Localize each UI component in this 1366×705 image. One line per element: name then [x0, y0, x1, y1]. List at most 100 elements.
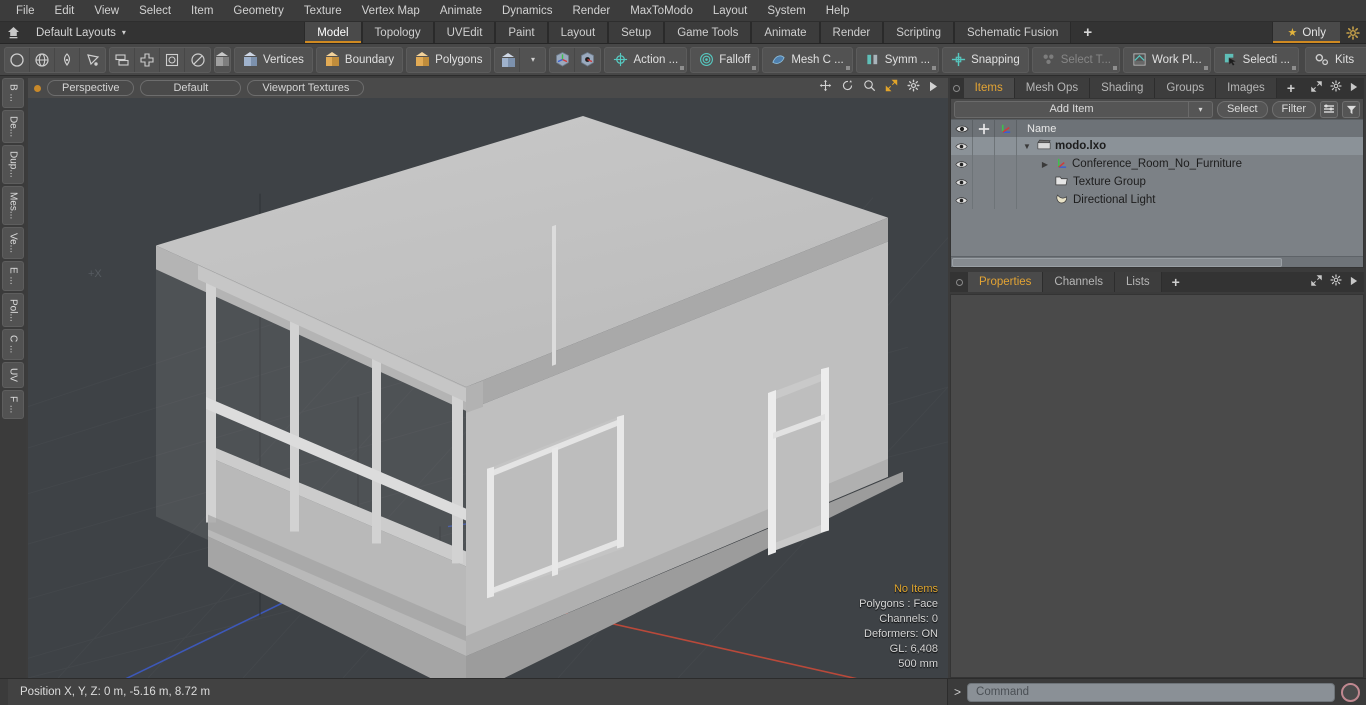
mode-polygons-button[interactable]: Polygons [406, 46, 492, 73]
tab-shading[interactable]: Shading [1090, 78, 1156, 98]
menu-item-file[interactable]: File [6, 0, 45, 22]
left-tab-duplicate[interactable]: Dup... [2, 144, 24, 184]
menu-item-maxtomodo[interactable]: MaxToModo [620, 0, 703, 22]
menu-item-animate[interactable]: Animate [430, 0, 492, 22]
menu-item-edit[interactable]: Edit [45, 0, 85, 22]
expand-panel-icon[interactable] [1311, 79, 1322, 97]
row-lock-cell[interactable] [973, 173, 995, 191]
row-gizmo-cell[interactable] [995, 155, 1017, 173]
table-row[interactable]: Texture Group [951, 173, 1363, 191]
select-button[interactable]: Select [1216, 100, 1268, 118]
add-panel-tab-button[interactable]: + [1277, 78, 1305, 98]
menu-item-system[interactable]: System [757, 0, 815, 22]
radial-tool-icon[interactable] [185, 48, 210, 72]
pen-tool-icon[interactable] [55, 47, 80, 72]
tab-render[interactable]: Render [819, 22, 884, 43]
row-visibility-eye-icon[interactable] [951, 173, 973, 191]
snapping-button[interactable]: Snapping [942, 46, 1029, 73]
viewport-camera-selector[interactable]: Perspective [47, 80, 135, 96]
center-tool-icon[interactable] [135, 47, 160, 72]
twisty-collapsed-icon[interactable]: ▶ [1039, 160, 1051, 169]
chevron-down-icon[interactable]: ▾ [520, 48, 545, 72]
table-row[interactable]: ▼ modo.lxo [951, 137, 1363, 155]
command-input-wrapper[interactable] [967, 682, 1335, 702]
tab-images[interactable]: Images [1216, 78, 1277, 98]
action-center-button[interactable]: Action ... [604, 46, 688, 73]
tab-items[interactable]: Items [963, 78, 1015, 98]
left-tab-uv[interactable]: UV [2, 361, 24, 388]
tab-groups[interactable]: Groups [1155, 78, 1217, 98]
select-through-button[interactable]: Select T... [1031, 46, 1121, 73]
cube-icon[interactable] [495, 47, 521, 72]
row-gizmo-cell[interactable] [995, 173, 1017, 191]
tab-paint[interactable]: Paint [495, 22, 548, 43]
tab-layout[interactable]: Layout [547, 22, 609, 43]
left-tab-vertex[interactable]: Ve... [2, 226, 24, 259]
command-input[interactable] [976, 686, 1334, 698]
kits-button[interactable]: Kits [1304, 46, 1366, 73]
menu-item-vertex-map[interactable]: Vertex Map [352, 0, 430, 22]
mode-boundary-button[interactable]: Boundary [315, 46, 404, 73]
add-tab-button[interactable]: + [1071, 22, 1104, 43]
globe-tool-icon[interactable] [30, 47, 55, 72]
menu-item-texture[interactable]: Texture [294, 0, 352, 22]
tree-item-scene[interactable]: ▼ modo.lxo [1017, 137, 1363, 155]
column-header-name[interactable]: Name [1017, 120, 1363, 137]
circle-tool-icon[interactable] [5, 47, 30, 72]
add-properties-tab-button[interactable]: + [1162, 272, 1190, 292]
left-tab-mesh-edit[interactable]: Mes... [2, 185, 24, 225]
mesh-constraint-button[interactable]: Mesh C ... [762, 46, 853, 73]
tab-scripting[interactable]: Scripting [883, 22, 955, 43]
row-lock-cell[interactable] [973, 191, 995, 209]
symmetry-button[interactable]: Symm ... [855, 46, 940, 73]
items-tree-scrollbar[interactable] [951, 256, 1363, 267]
panel-gear-icon[interactable] [1330, 79, 1342, 97]
menu-item-help[interactable]: Help [816, 0, 860, 22]
left-tab-edge[interactable]: E ... [2, 260, 24, 291]
filter-button[interactable]: Filter [1271, 100, 1316, 118]
tab-animate[interactable]: Animate [751, 22, 820, 43]
left-tab-curve[interactable]: C ... [2, 329, 24, 360]
filter-funnel-icon[interactable] [1342, 100, 1360, 118]
tab-game-tools[interactable]: Game Tools [664, 22, 752, 43]
left-tab-basic[interactable]: B ... [2, 78, 24, 108]
tree-item-texture-group[interactable]: Texture Group [1017, 173, 1363, 191]
fit-view-icon[interactable] [885, 79, 898, 97]
viewport-gear-icon[interactable] [907, 79, 920, 97]
axis-gizmo-b-icon[interactable] [575, 48, 600, 72]
zoom-view-icon[interactable] [863, 79, 876, 97]
viewport-shading-selector[interactable]: Default [140, 80, 242, 96]
record-icon[interactable] [1341, 682, 1360, 702]
only-button[interactable]: ★ Only [1272, 22, 1340, 43]
menu-item-dynamics[interactable]: Dynamics [492, 0, 562, 22]
row-gizmo-cell[interactable] [995, 191, 1017, 209]
list-options-icon[interactable] [1320, 100, 1338, 118]
panel-play-icon[interactable] [1350, 273, 1358, 291]
twisty-expanded-icon[interactable]: ▼ [1021, 142, 1033, 151]
table-row[interactable]: Directional Light [951, 191, 1363, 209]
panel-gear-icon[interactable] [1330, 273, 1342, 291]
item-mode-cube-icon[interactable] [214, 46, 231, 73]
properties-content[interactable] [950, 294, 1364, 678]
left-tab-fusion[interactable]: F ... [2, 389, 24, 419]
mode-vertices-button[interactable]: Vertices [235, 47, 312, 73]
items-tree-body[interactable]: ▼ modo.lxo ▶ Conference_Room_No_Furnitur… [951, 137, 1363, 256]
tree-item-mesh[interactable]: ▶ Conference_Room_No_Furniture [1017, 155, 1363, 173]
left-tab-deform[interactable]: De... [2, 109, 24, 143]
bound-tool-icon[interactable] [160, 47, 185, 72]
row-visibility-eye-icon[interactable] [951, 155, 973, 173]
row-lock-cell[interactable] [973, 137, 995, 155]
row-lock-cell[interactable] [973, 155, 995, 173]
axis-gizmo-a-icon[interactable] [550, 47, 576, 72]
menu-item-layout[interactable]: Layout [703, 0, 758, 22]
tab-uvedit[interactable]: UVEdit [433, 22, 496, 43]
align-tool-icon[interactable] [110, 47, 135, 72]
settings-gear-icon[interactable] [1340, 22, 1366, 43]
selection-sets-button[interactable]: Selecti ... [1213, 46, 1299, 73]
tab-mesh-ops[interactable]: Mesh Ops [1014, 78, 1091, 98]
expand-panel-icon[interactable] [1311, 273, 1322, 291]
menu-item-render[interactable]: Render [562, 0, 620, 22]
menu-item-select[interactable]: Select [129, 0, 181, 22]
tab-lists[interactable]: Lists [1115, 272, 1162, 292]
panel-play-icon[interactable] [1350, 79, 1358, 97]
